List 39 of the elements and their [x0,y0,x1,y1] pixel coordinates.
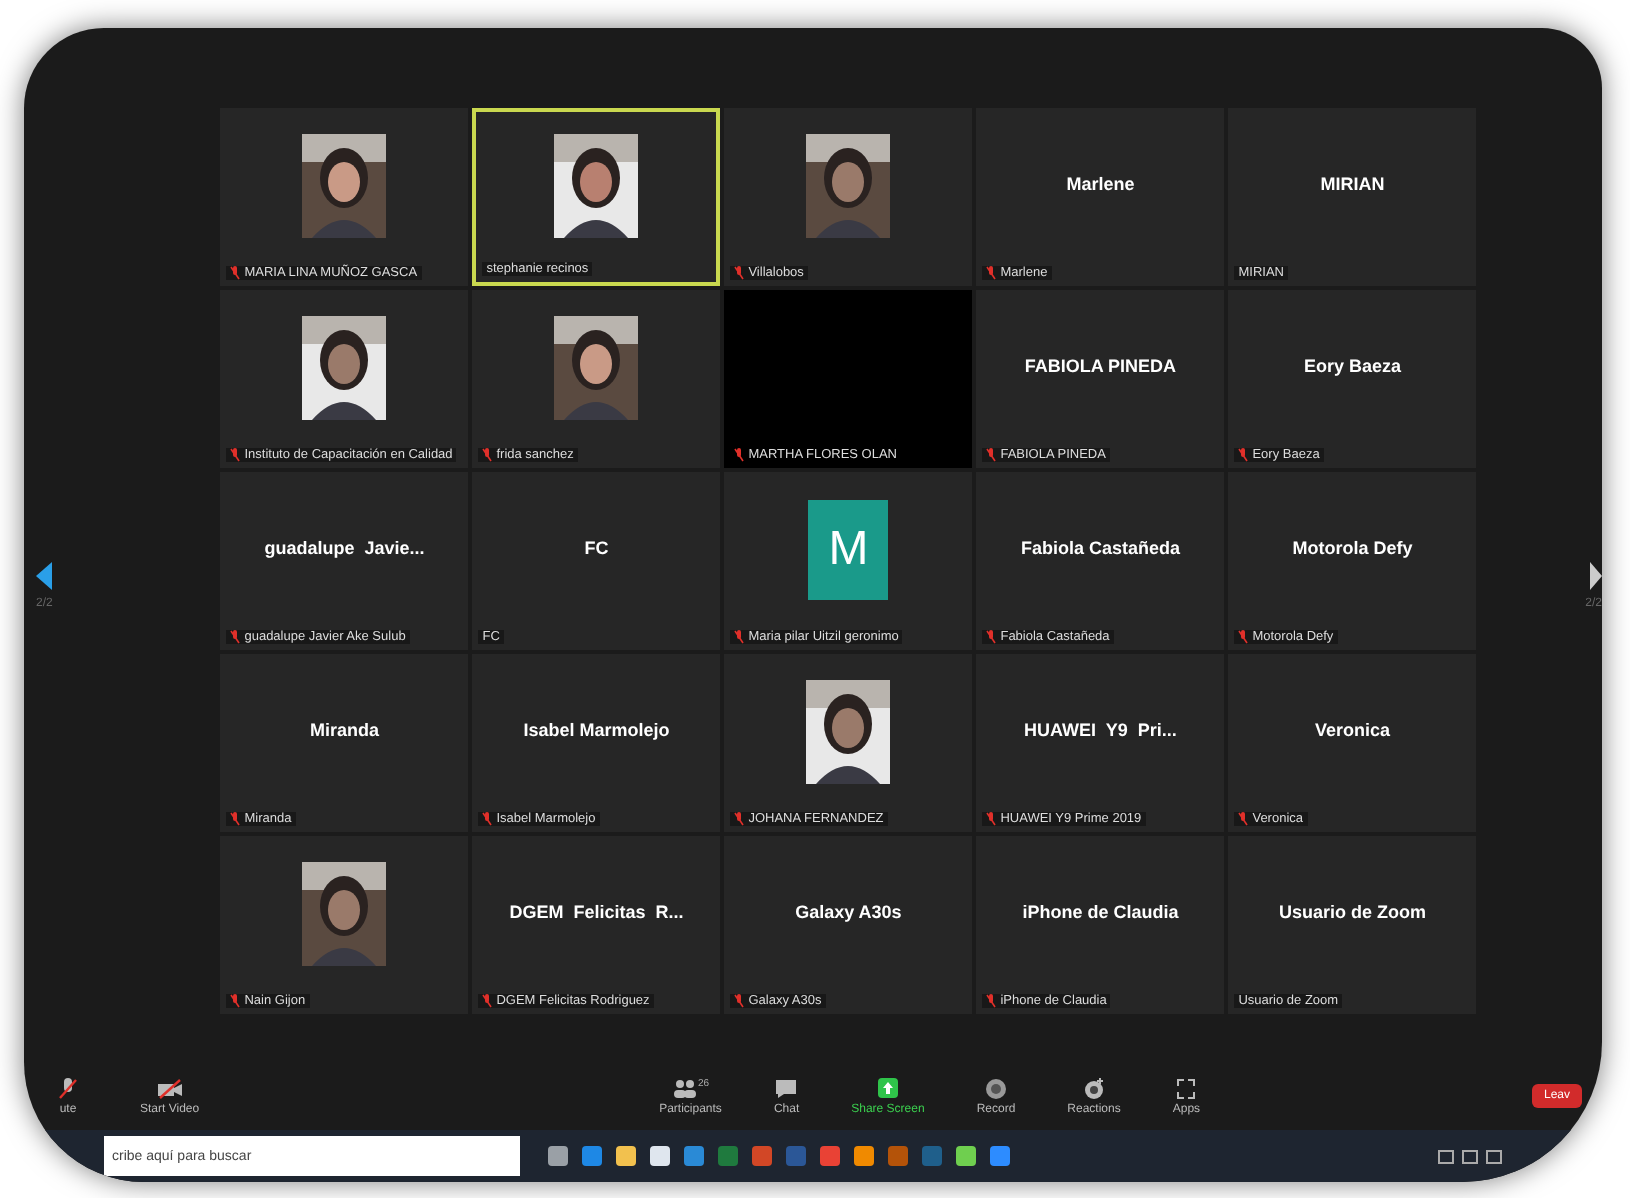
avatar-initial: M [808,499,889,599]
taskbar-app-icon[interactable] [854,1146,874,1166]
record-icon [984,1077,1008,1099]
video-off-icon [157,1077,182,1099]
previous-page-arrow[interactable] [36,561,52,589]
muted-mic-icon [56,1077,80,1099]
taskbar-app-icon[interactable] [548,1146,568,1166]
next-page-arrow[interactable] [1590,561,1602,589]
taskbar-app-icon[interactable] [888,1146,908,1166]
participant-name: Veronica [1314,719,1390,739]
participant-name: Galaxy A30s [795,901,902,921]
participant-name: Usuario de Zoom [1278,901,1426,921]
participant-name: iPhone de Claudia [1022,901,1179,921]
participant-name: Motorola Defy [1292,537,1413,557]
taskbar-app-icon[interactable] [990,1146,1010,1166]
participant-name: Fabiola Castañeda [1020,537,1180,557]
participant-name: FABIOLA PINEDA [1024,355,1177,375]
taskbar-app-icon[interactable] [820,1146,840,1166]
participant-name: Miranda [309,719,379,739]
participant-name: Marlene [1066,173,1135,193]
participant-name: FC [584,537,609,557]
taskbar-app-icon[interactable] [718,1146,738,1166]
participant-name: HUAWEI Y9 Pri... [1024,719,1177,739]
share-screen-icon [875,1077,900,1099]
participant-name: Isabel Marmolejo [523,719,670,739]
taskbar-app-icon[interactable] [582,1146,602,1166]
chat-icon [774,1077,799,1099]
taskbar-app-icon[interactable] [616,1146,636,1166]
taskbar-app-icon[interactable] [650,1146,670,1166]
taskbar-app-icon[interactable] [684,1146,704,1166]
participant-name: MIRIAN [1320,173,1385,193]
smiley-icon [1082,1077,1107,1099]
participant-name: guadalupe Javie... [264,537,425,557]
taskbar-app-icon[interactable] [752,1146,772,1166]
apps-icon [1174,1077,1199,1099]
taskbar-app-icon[interactable] [956,1146,976,1166]
participant-name: Eory Baeza [1303,355,1401,375]
participant-name: DGEM Felicitas R... [509,901,684,921]
people-icon [671,1077,696,1099]
